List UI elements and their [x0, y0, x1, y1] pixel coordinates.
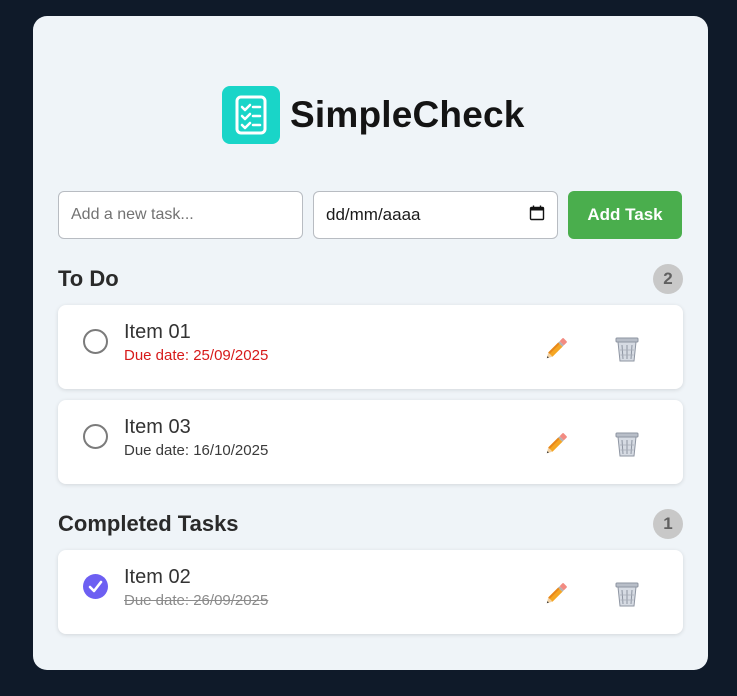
- todo-header: To Do 2: [58, 264, 683, 294]
- completed-title: Completed Tasks: [58, 511, 239, 536]
- add-task-button[interactable]: Add Task: [568, 191, 682, 239]
- task-name: Item 03: [124, 416, 191, 438]
- pencil-icon[interactable]: [542, 580, 570, 608]
- task-name: Item 02: [124, 566, 191, 588]
- trash-icon[interactable]: [613, 335, 641, 363]
- todo-count-badge: 2: [653, 264, 683, 294]
- due-date-placeholder: dd/mm/aaaa: [326, 205, 421, 224]
- task-checkbox-checked[interactable]: [83, 574, 108, 599]
- task-item-02: Item 02 Due date: 26/09/2025: [58, 550, 683, 634]
- app-title: SimpleCheck: [290, 94, 525, 135]
- completed-header: Completed Tasks 1: [58, 509, 683, 539]
- todo-title: To Do: [58, 266, 119, 291]
- checkmark-icon: [88, 580, 103, 593]
- task-checkbox[interactable]: [83, 424, 108, 449]
- checklist-icon: [222, 86, 280, 144]
- app-card: SimpleCheck dd/mm/aaaa Add Task To Do 2 …: [33, 16, 708, 670]
- task-item-03: Item 03 Due date: 16/10/2025: [58, 400, 683, 484]
- task-item-01: Item 01 Due date: 25/09/2025: [58, 305, 683, 389]
- trash-icon[interactable]: [613, 580, 641, 608]
- task-due-date: Due date: 26/09/2025: [124, 592, 269, 609]
- task-due-date: Due date: 16/10/2025: [124, 442, 269, 459]
- trash-icon[interactable]: [613, 430, 641, 458]
- new-task-form: dd/mm/aaaa Add Task: [58, 191, 682, 239]
- new-task-input[interactable]: [58, 191, 303, 239]
- pencil-icon[interactable]: [542, 335, 570, 363]
- task-due-date: Due date: 25/09/2025: [124, 347, 269, 364]
- task-name: Item 01: [124, 321, 191, 343]
- calendar-icon[interactable]: [529, 205, 545, 226]
- due-date-input[interactable]: dd/mm/aaaa: [313, 191, 558, 239]
- task-checkbox[interactable]: [83, 329, 108, 354]
- app-logo: SimpleCheck: [222, 86, 525, 144]
- pencil-icon[interactable]: [542, 430, 570, 458]
- completed-count-badge: 1: [653, 509, 683, 539]
